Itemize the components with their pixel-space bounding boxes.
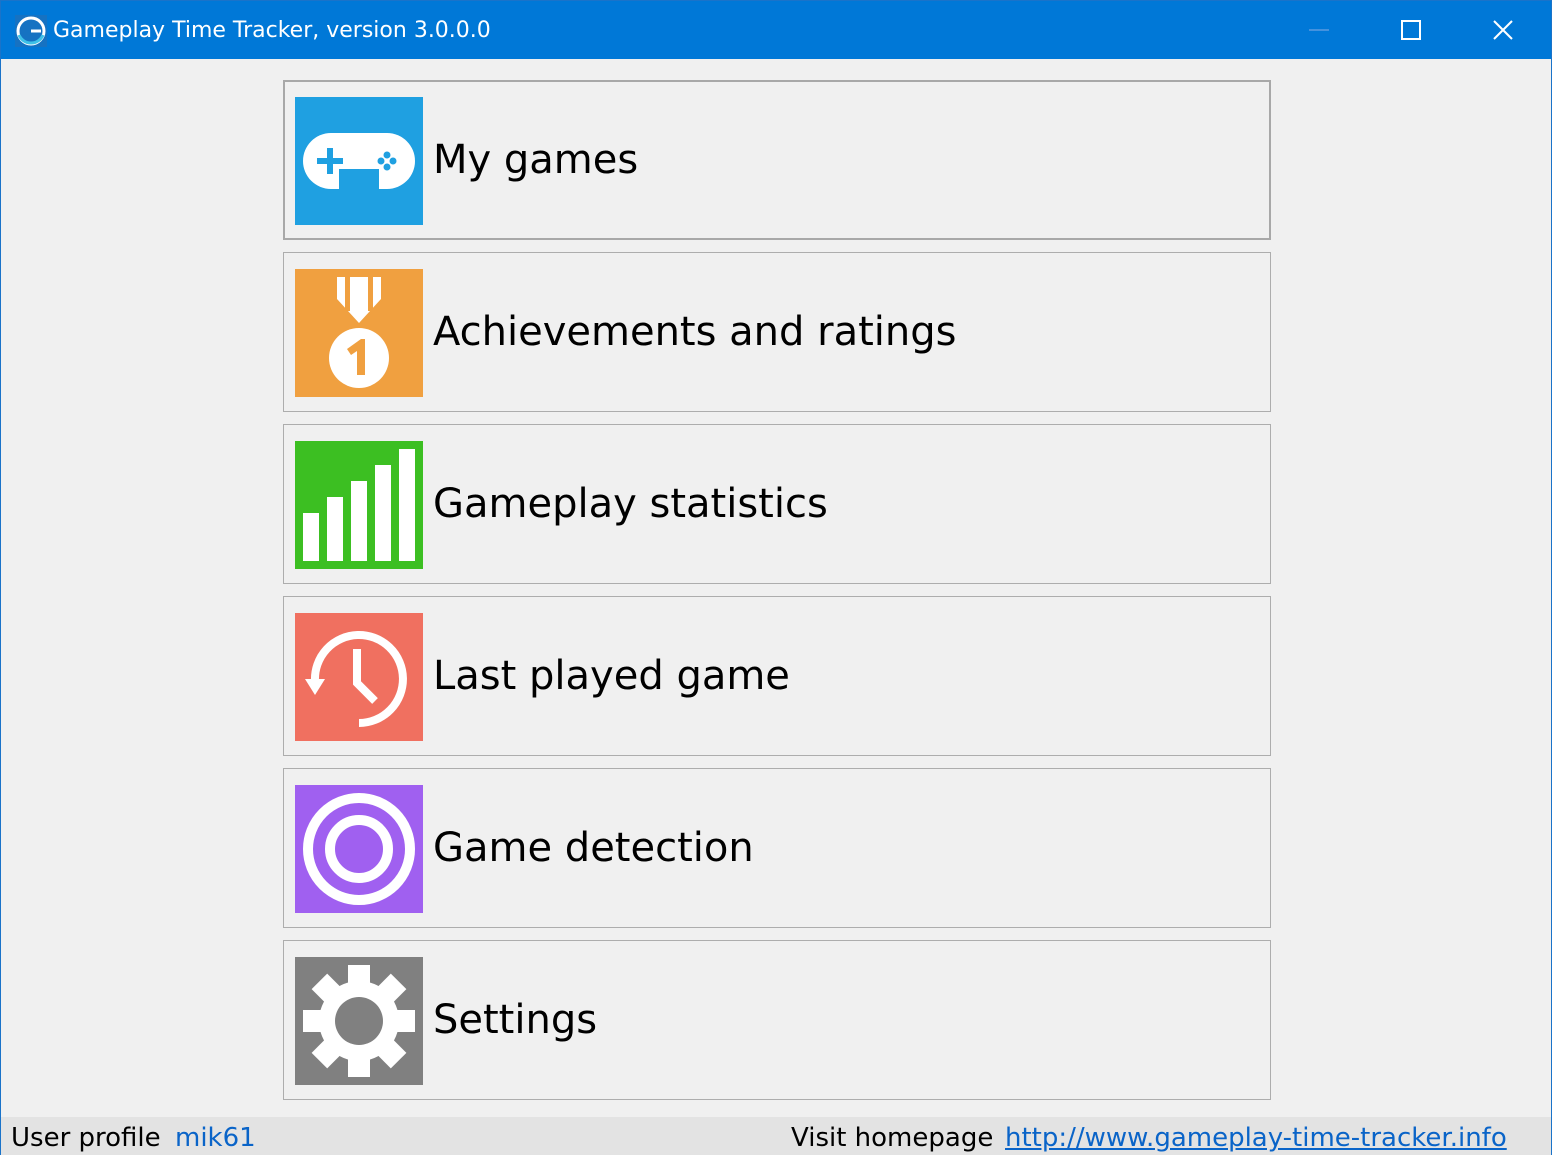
- last-played-game-button[interactable]: Last played game: [283, 596, 1271, 756]
- minimize-icon: [1309, 29, 1329, 31]
- user-profile-label: User profile: [11, 1123, 161, 1153]
- minimize-button[interactable]: [1273, 1, 1365, 59]
- last-played-game-label: Last played game: [433, 653, 790, 699]
- target-icon: [295, 785, 423, 913]
- homepage-link[interactable]: http://www.gameplay-time-tracker.info: [1005, 1121, 1507, 1155]
- history-clock-icon: [295, 613, 423, 741]
- window-title: Gameplay Time Tracker, version 3.0.0.0: [53, 18, 491, 43]
- gameplay-statistics-label: Gameplay statistics: [433, 481, 828, 527]
- gear-icon: [295, 957, 423, 1085]
- achievements-button[interactable]: Achievements and ratings: [283, 252, 1271, 412]
- my-games-button[interactable]: My games: [283, 80, 1271, 240]
- achievements-label: Achievements and ratings: [433, 309, 957, 355]
- user-profile-link[interactable]: mik61: [175, 1121, 256, 1155]
- maximize-icon: [1401, 20, 1421, 40]
- title-bar[interactable]: Gameplay Time Tracker, version 3.0.0.0: [1, 1, 1551, 59]
- app-logo-icon: [15, 15, 47, 47]
- visit-homepage-label: Visit homepage: [791, 1123, 994, 1153]
- status-bar: User profile mik61 Visit homepage http:/…: [1, 1117, 1551, 1155]
- gameplay-statistics-button[interactable]: Gameplay statistics: [283, 424, 1271, 584]
- bar-chart-icon: [295, 441, 423, 569]
- settings-label: Settings: [433, 997, 598, 1043]
- app-window: Gameplay Time Tracker, version 3.0.0.0 M…: [0, 0, 1552, 1155]
- game-detection-label: Game detection: [433, 825, 754, 871]
- close-button[interactable]: [1457, 1, 1549, 59]
- medal-icon: [295, 269, 423, 397]
- settings-button[interactable]: Settings: [283, 940, 1271, 1100]
- maximize-button[interactable]: [1365, 1, 1457, 59]
- close-icon: [1493, 20, 1513, 40]
- my-games-label: My games: [433, 137, 639, 183]
- game-detection-button[interactable]: Game detection: [283, 768, 1271, 928]
- gamepad-icon: [295, 97, 423, 225]
